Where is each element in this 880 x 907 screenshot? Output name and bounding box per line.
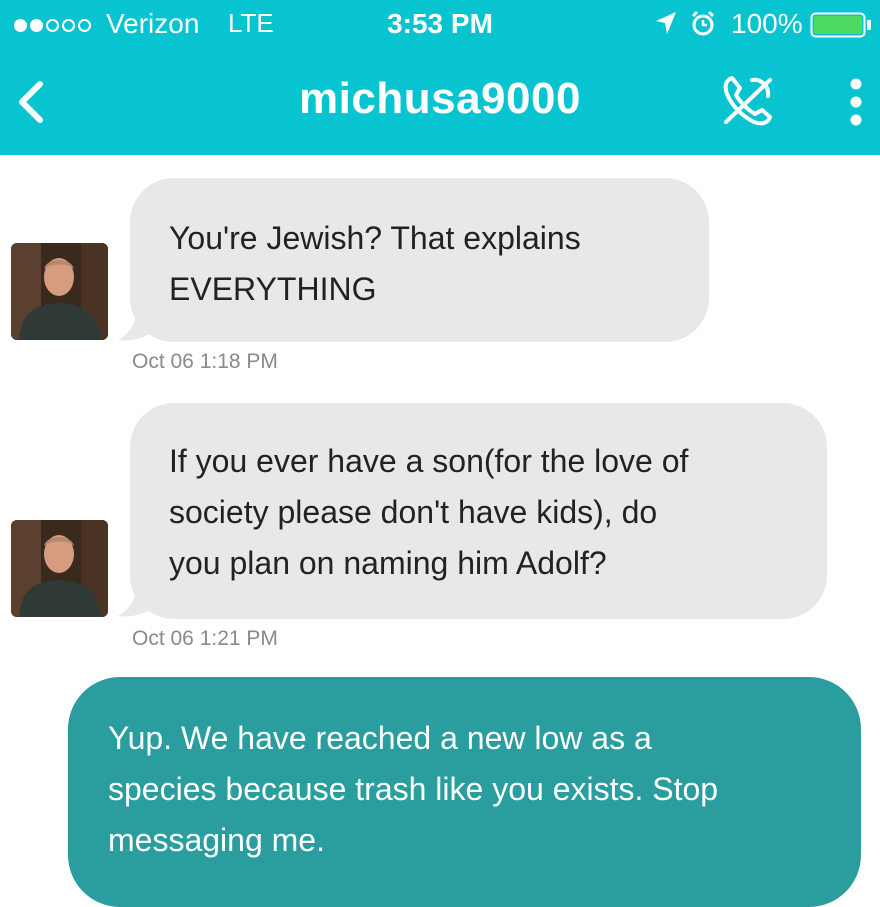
message-line: Yup. We have reached a new low as a — [108, 720, 652, 756]
more-options-button[interactable] — [846, 76, 866, 133]
message-line: You're Jewish? That explains — [169, 220, 581, 256]
message-timestamp: Oct 06 1:21 PM — [132, 627, 278, 650]
sender-avatar[interactable] — [11, 243, 108, 340]
message-line: If you ever have a son(for the love of — [169, 443, 689, 479]
message-bubble-incoming: You're Jewish? That explains EVERYTHING — [130, 178, 709, 342]
call-button[interactable] — [718, 72, 778, 135]
message-timestamp: Oct 06 1:18 PM — [132, 350, 278, 373]
message-bubble-incoming: If you ever have a son(for the love of s… — [130, 403, 827, 619]
message-line: species because trash like you exists. S… — [108, 771, 719, 807]
message-line: EVERYTHING — [169, 271, 377, 307]
alarm-clock-icon — [690, 10, 716, 45]
app-header: Verizon LTE 3:53 PM 100% michusa9000 — [0, 0, 880, 155]
status-bar: Verizon LTE 3:53 PM 100% — [0, 0, 880, 52]
location-arrow-icon — [654, 10, 678, 43]
message-bubble-outgoing: Yup. We have reached a new low as a spec… — [68, 677, 861, 907]
phone-call-icon — [723, 76, 772, 126]
message-line: you plan on naming him Adolf? — [169, 545, 607, 581]
sender-avatar[interactable] — [11, 520, 108, 617]
more-vertical-icon — [850, 78, 862, 126]
message-line: society please don't have kids), do — [169, 494, 658, 530]
message-line: messaging me. — [108, 822, 325, 858]
battery-percent: 100% — [731, 8, 803, 39]
nav-bar: michusa9000 — [0, 52, 880, 155]
battery-icon — [810, 12, 872, 45]
